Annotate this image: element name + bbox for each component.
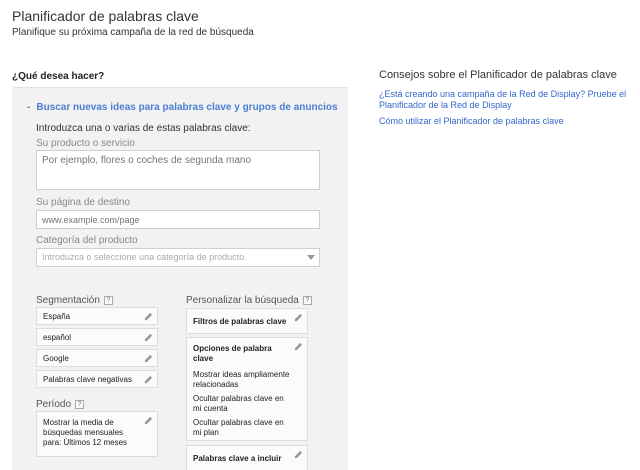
targeting-title: Segmentación? [36,295,113,306]
include-keywords-card[interactable]: Palabras clave a incluir [186,445,308,470]
customize-title-label: Personalizar la búsqueda [186,295,299,306]
targeting-item-language[interactable]: español [36,328,158,346]
product-label: Su producto o servicio [36,138,135,149]
targeting-item-label: Palabras clave negativas [43,374,132,384]
period-value: Mostrar la media de búsquedas mensuales … [43,418,128,447]
help-icon[interactable]: ? [103,295,113,305]
help-icon[interactable]: ? [75,399,85,409]
pencil-icon[interactable] [294,313,303,322]
pencil-icon[interactable] [144,416,153,425]
keyword-filters-title: Filtros de palabras clave [193,317,287,326]
category-label: Categoría del producto [36,235,138,246]
pencil-icon[interactable] [144,312,153,321]
pencil-icon[interactable] [144,333,153,342]
targeting-item-location[interactable]: España [36,307,158,325]
period-title-label: Período [36,399,72,410]
keyword-filters-card[interactable]: Filtros de palabras clave [186,308,308,334]
pencil-icon[interactable] [144,354,153,363]
pencil-icon[interactable] [144,375,153,384]
question-heading: ¿Qué desea hacer? [12,71,105,82]
targeting-item-label: España [43,311,71,321]
page-subtitle: Planifique su próxima campaña de la red … [12,27,254,38]
page-title: Planificador de palabras clave [12,8,199,24]
period-title: Período? [36,399,85,410]
keyword-option-item: Ocultar palabras clave en mi cuenta [193,394,284,413]
category-select[interactable]: Introduzca o seleccione una categoría de… [36,248,320,267]
category-placeholder: Introduzca o seleccione una categoría de… [42,252,247,262]
keyword-options-title: Opciones de palabra clave [193,344,272,363]
landing-page-label: Su página de destino [36,197,130,208]
how-to-use-link[interactable]: Cómo utilizar el Planificador de palabra… [379,116,629,127]
landing-page-input[interactable] [36,210,320,229]
caret-down-icon [307,255,315,260]
pencil-icon[interactable] [294,450,303,459]
targeting-item-negative-keywords[interactable]: Palabras clave negativas [36,370,158,388]
customize-title: Personalizar la búsqueda? [186,295,312,306]
keyword-option-item: Ocultar palabras clave en mi plan [193,418,284,437]
tips-title: Consejos sobre el Planificador de palabr… [379,69,617,81]
search-ideas-toggle[interactable]: - Buscar nuevas ideas para palabras clave… [27,102,338,113]
collapse-icon: - [27,102,31,113]
pencil-icon[interactable] [294,342,303,351]
search-ideas-label: Buscar nuevas ideas para palabras clave … [36,102,338,113]
targeting-title-label: Segmentación [36,295,100,306]
include-keywords-title: Palabras clave a incluir [193,454,282,463]
period-card[interactable]: Mostrar la media de búsquedas mensuales … [36,411,158,457]
help-icon[interactable]: ? [302,295,312,305]
product-input[interactable] [36,150,320,190]
targeting-item-label: español [43,332,72,342]
targeting-item-label: Google [43,353,69,363]
intro-text: Introduzca una o varias de estas palabra… [36,123,251,134]
keyword-options-card[interactable]: Opciones de palabra clave Mostrar ideas … [186,337,308,441]
keyword-option-item: Mostrar ideas ampliamente relacionadas [193,370,290,389]
search-panel: - Buscar nuevas ideas para palabras clave… [12,87,348,470]
display-planner-link[interactable]: ¿Está creando una campaña de la Red de D… [379,89,629,111]
targeting-item-network[interactable]: Google [36,349,158,367]
